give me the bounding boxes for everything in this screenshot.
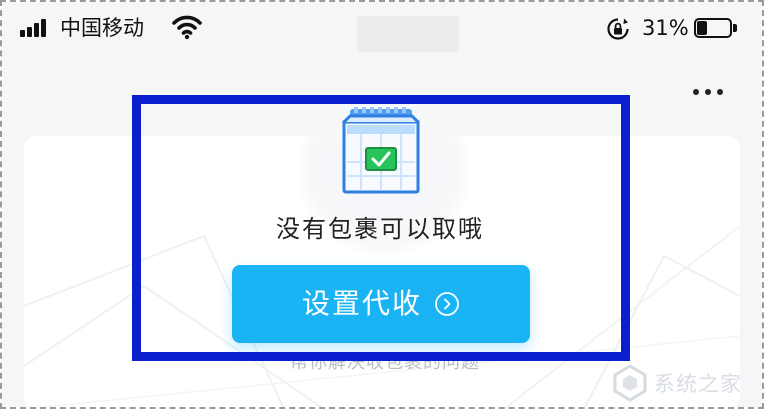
status-bar: 中国移动 31% bbox=[2, 2, 762, 54]
watermark-text: 系统之家 bbox=[654, 372, 742, 396]
arrow-circle-icon bbox=[435, 292, 459, 316]
signal-bars-icon bbox=[20, 19, 52, 37]
watermark: 系统之家 bbox=[608, 362, 758, 404]
parcel-box-icon bbox=[342, 107, 420, 194]
battery-percent: 31% bbox=[642, 16, 689, 40]
watermark-logo-icon bbox=[613, 364, 647, 402]
wifi-icon bbox=[172, 15, 202, 40]
more-dot bbox=[705, 89, 711, 95]
more-dot bbox=[717, 89, 723, 95]
carrier-name: 中国移动 bbox=[60, 16, 144, 40]
blurred-region bbox=[357, 16, 459, 52]
hint-text: 帮你解决收包裹的问题 bbox=[290, 352, 480, 373]
rotation-lock-icon bbox=[607, 18, 629, 40]
more-dots-icon bbox=[693, 89, 699, 95]
empty-state-message: 没有包裹可以取哦 bbox=[276, 215, 484, 243]
setup-collection-button[interactable]: 设置代收 bbox=[232, 265, 530, 343]
battery-level-fill bbox=[697, 21, 707, 35]
setup-collection-label: 设置代收 bbox=[301, 287, 422, 320]
more-menu-button[interactable] bbox=[684, 80, 732, 104]
battery-icon bbox=[694, 18, 740, 40]
